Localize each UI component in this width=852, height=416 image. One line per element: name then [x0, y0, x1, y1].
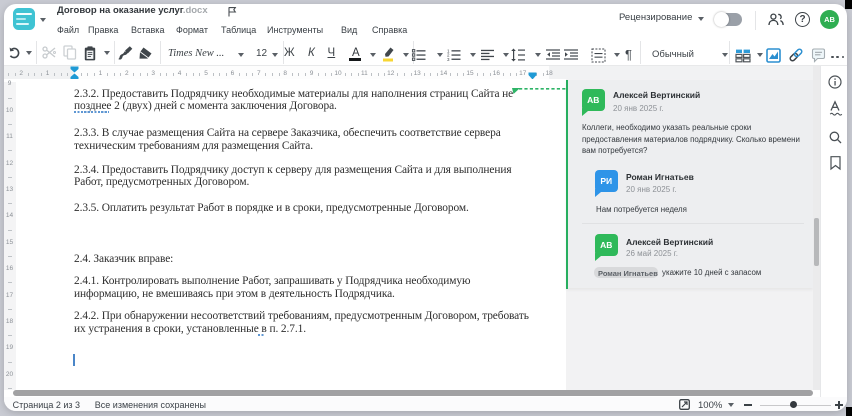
svg-text:3: 3 — [447, 57, 450, 62]
